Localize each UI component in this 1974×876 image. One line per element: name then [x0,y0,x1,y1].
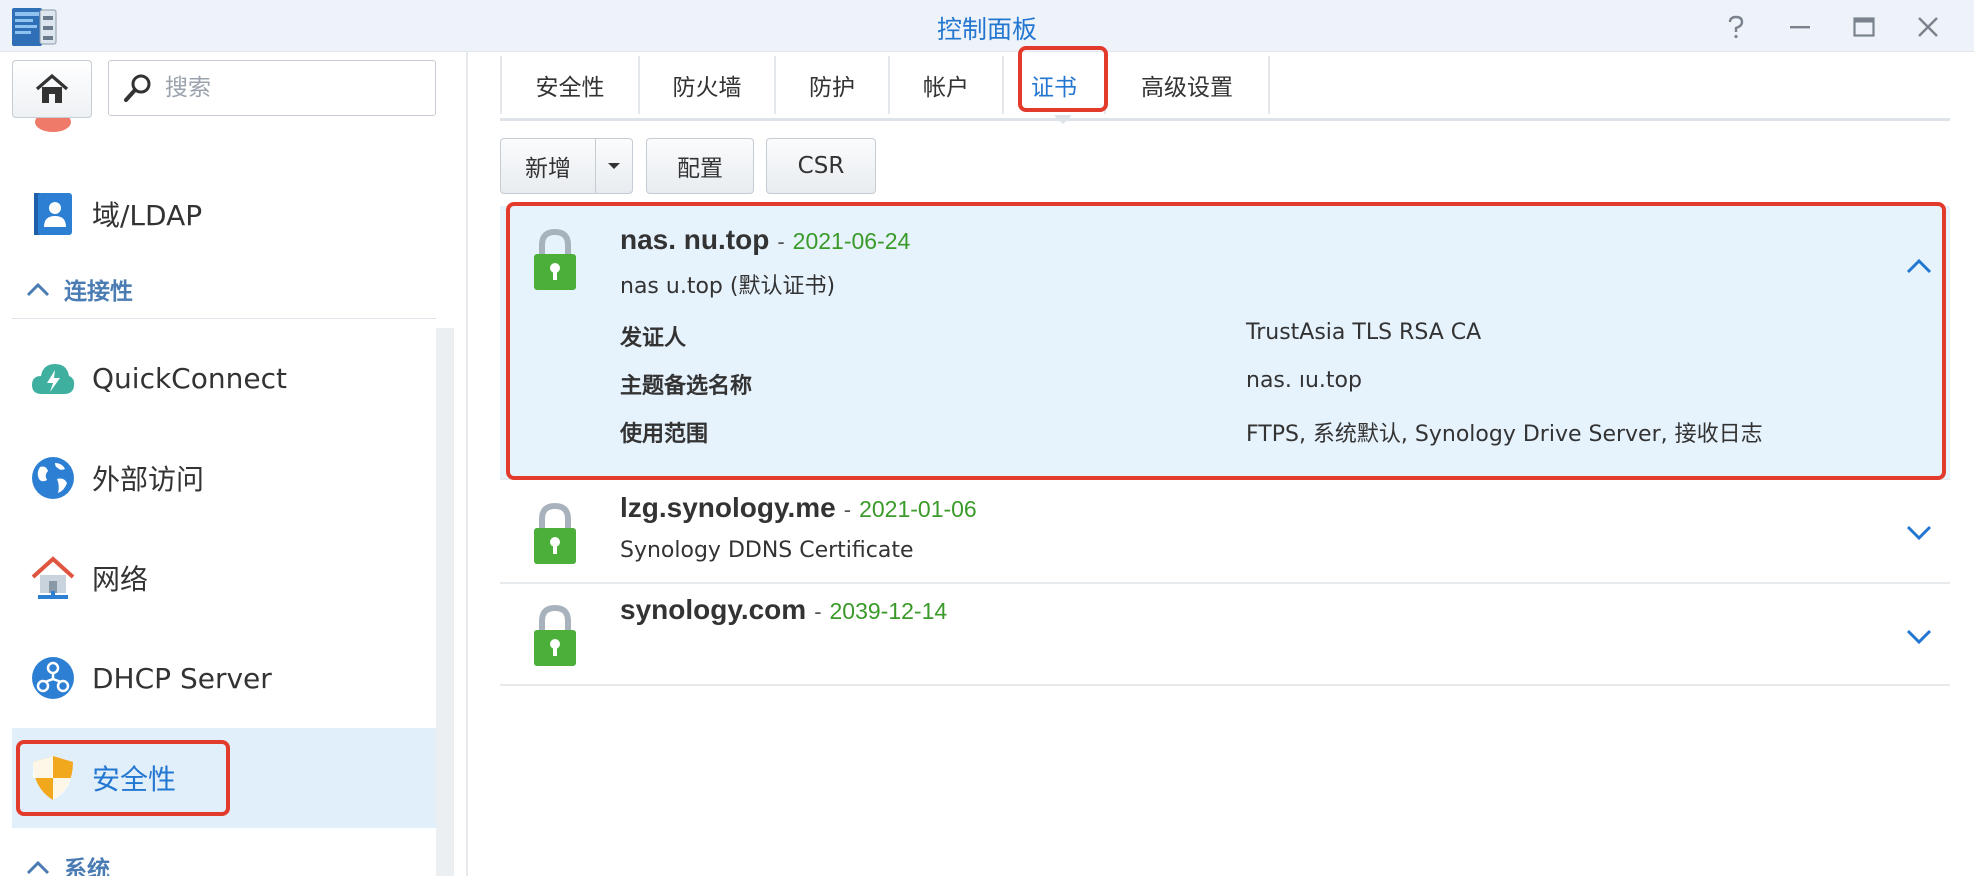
tab-advanced[interactable]: 高级设置 [1106,56,1270,114]
certificate-expiry-date: 2021-01-06 [859,496,977,522]
shield-icon [30,755,76,801]
sidebar-item-network[interactable]: 网络 [12,534,436,622]
name-date-separator: - [814,599,822,624]
configure-button[interactable]: 配置 [646,138,754,194]
sidebar-splitter [466,52,468,876]
chevron-up-icon [26,860,50,875]
name-date-separator: - [777,229,785,254]
question-icon[interactable] [1718,10,1754,44]
home-button[interactable] [12,60,92,118]
sidebar-item-label: 网络 [92,563,149,596]
lock-icon [532,502,578,566]
certificate-expiry-date: 2039-12-14 [829,598,948,624]
tab-protection[interactable]: 防护 [776,56,890,114]
sidebar-item-label: 安全性 [92,763,177,796]
search-input[interactable] [165,75,415,101]
window-title: 控制面板 [936,15,1037,44]
certificate-row[interactable]: lzg.synology.me -2021-01-06 Synology DDNS… [500,482,1950,584]
sidebar-item-label: 外部访问 [92,463,205,496]
section-label: 连接性 [64,279,133,305]
partial-item-icon [30,118,76,134]
sidebar-item-label: DHCP Server [92,661,272,695]
add-button[interactable]: 新增 [500,138,596,194]
home-icon [35,73,69,103]
sidebar-item-domain-ldap[interactable]: 域/LDAP [12,170,436,258]
certificate-expiry-date: 2021-06-24 [792,228,911,254]
certificate-name: nas. nu.top [620,224,770,255]
section-connectivity-header[interactable]: 连接性 [26,272,133,306]
certificate-name: lzg.synology.me [620,492,836,523]
lock-icon [532,228,578,292]
sidebar-item-security[interactable]: 安全性 [12,728,436,828]
chevron-up-icon[interactable] [1902,254,1936,278]
certificate-subtitle: nas u.top (默认证书) [620,274,836,299]
certificate-row[interactable]: synology.com -2039-12-14 [500,584,1950,686]
sidebar-scrollbar[interactable] [436,328,454,876]
sidebar: 域/LDAP 连接性 QuickConnect 外部访问 网络 DHCP Ser… [0,52,468,876]
search-field[interactable] [108,60,436,116]
sidebar-item-external-access[interactable]: 外部访问 [12,434,436,522]
network-house-icon [30,555,76,601]
sidebar-item-quickconnect[interactable]: QuickConnect [12,334,436,422]
domain-ldap-icon [30,191,76,237]
dhcp-icon [30,655,76,701]
usage-value: FTPS, 系统默认, Synology Drive Server, 接收日志 [1246,422,1763,447]
certificate-row[interactable]: nas. nu.top -2021-06-24 nas u.top (默认证书) … [500,206,1950,480]
window-titlebar: 控制面板 [0,0,1974,52]
issuer-label: 发证人 [620,326,687,351]
name-date-separator: - [843,497,852,522]
certificate-name-line: nas. nu.top -2021-06-24 [620,224,910,256]
certificate-name-line: lzg.synology.me -2021-01-06 [620,492,977,524]
chevron-up-icon [26,282,50,297]
add-dropdown-button[interactable] [595,138,633,194]
chevron-down-icon[interactable] [1902,624,1936,648]
globe-icon [30,455,76,501]
csr-button[interactable]: CSR [766,138,876,194]
sidebar-item-dhcp-server[interactable]: DHCP Server [12,634,436,722]
tab-bar: 安全性 防火墙 防护 帐户 证书 高级设置 [500,56,1270,114]
chevron-down-icon[interactable] [1902,520,1936,544]
quickconnect-icon [30,355,76,401]
minimize-icon[interactable] [1782,10,1818,44]
tab-account[interactable]: 帐户 [890,56,1004,114]
section-divider [12,318,436,319]
search-icon [124,74,151,102]
caret-down-icon [608,163,620,169]
certificate-name-line: synology.com -2039-12-14 [620,594,947,626]
maximize-icon[interactable] [1846,10,1882,44]
tab-firewall[interactable]: 防火墙 [640,56,776,114]
tab-security[interactable]: 安全性 [500,56,640,114]
certificate-subtitle: Synology DDNS Certificate [620,538,914,563]
tab-certificate[interactable]: 证书 [1004,56,1106,114]
usage-label: 使用范围 [620,422,709,447]
lock-icon [532,604,578,668]
san-label: 主题备选名称 [620,374,753,399]
issuer-value: TrustAsia TLS RSA CA [1246,320,1482,345]
san-value: nas. ıu.top [1246,368,1362,393]
certificate-name: synology.com [620,594,807,625]
close-icon[interactable] [1910,10,1946,44]
tab-underline [500,118,1950,121]
section-system-header[interactable]: 系统 [26,850,110,876]
sidebar-item-label: 域/LDAP [92,199,203,232]
sidebar-item-label: QuickConnect [92,361,287,395]
section-label: 系统 [64,857,110,876]
active-tab-caret [1054,115,1072,124]
